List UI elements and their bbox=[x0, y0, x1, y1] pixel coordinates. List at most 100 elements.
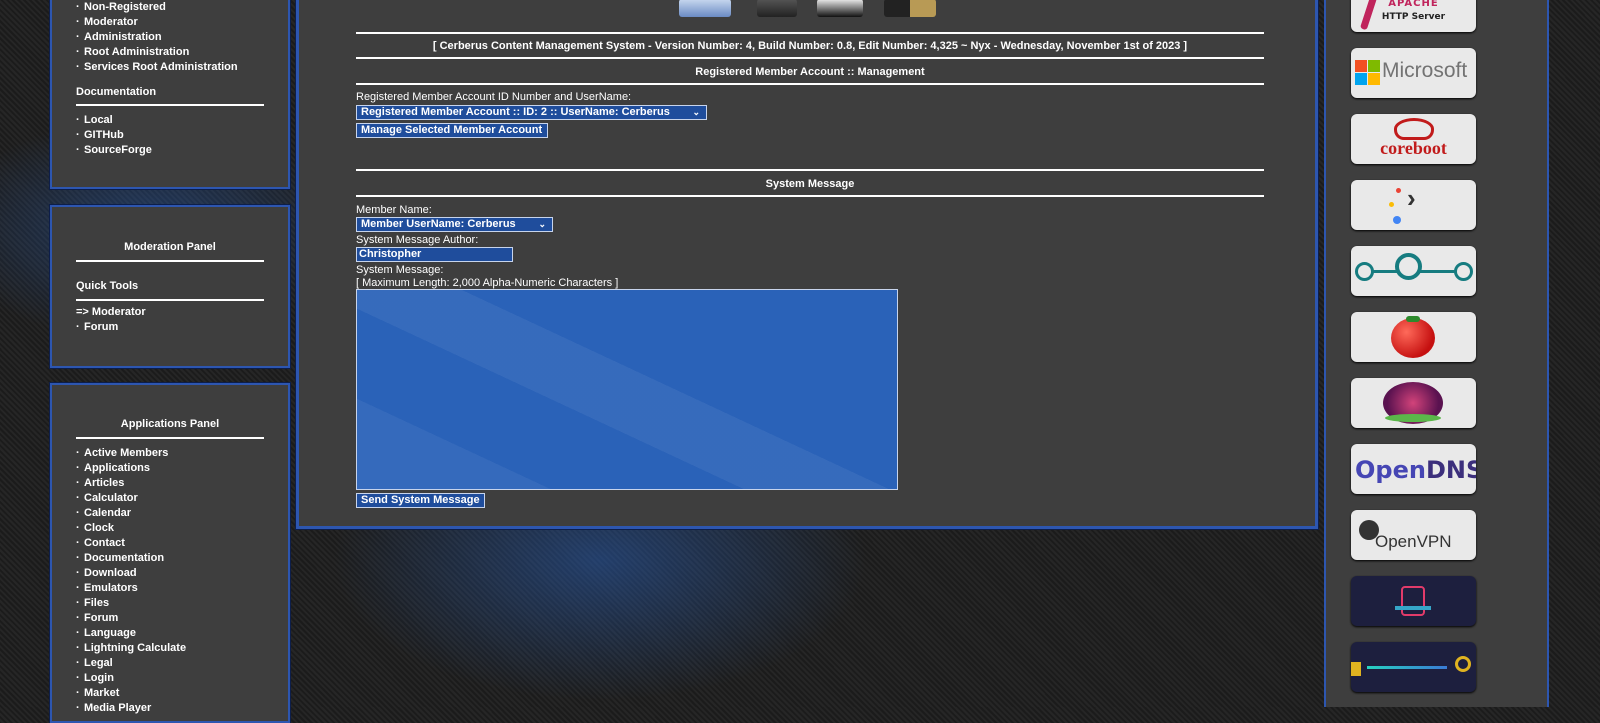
divider bbox=[76, 299, 264, 301]
dot-icon bbox=[1389, 202, 1394, 207]
padlock-icon bbox=[1401, 586, 1425, 616]
app-link-language[interactable]: · Language bbox=[76, 627, 136, 639]
opendns-wordmark: OpenDNS bbox=[1355, 456, 1476, 484]
divider bbox=[76, 260, 264, 262]
microsoft-wordmark: Microsoft bbox=[1382, 59, 1468, 82]
key-icon bbox=[1395, 606, 1431, 610]
app-link-files[interactable]: · Files bbox=[76, 597, 109, 609]
padlock-icon bbox=[1351, 662, 1361, 676]
app-link-legal[interactable]: · Legal bbox=[76, 657, 113, 669]
rabbit-icon bbox=[1394, 118, 1434, 140]
app-link-calendar[interactable]: · Calendar bbox=[76, 507, 131, 519]
coreboot-badge[interactable]: coreboot bbox=[1351, 114, 1476, 164]
author-input[interactable]: Christopher bbox=[356, 247, 513, 262]
key-ring-icon bbox=[1455, 656, 1471, 672]
apache-subtitle: HTTP Server bbox=[1381, 12, 1446, 22]
nav-link-services-root-administration[interactable]: · Services Root Administration bbox=[76, 61, 238, 73]
server-icon[interactable] bbox=[884, 0, 936, 17]
divider bbox=[356, 169, 1264, 171]
app-link-contact[interactable]: · Contact bbox=[76, 537, 125, 549]
account-management-title: Registered Member Account :: Management bbox=[695, 66, 925, 78]
manage-account-button[interactable]: Manage Selected Member Account bbox=[356, 123, 548, 138]
chevron-down-icon: ⌄ bbox=[538, 219, 546, 229]
nav-link-root-administration[interactable]: · Root Administration bbox=[76, 46, 189, 58]
app-link-forum[interactable]: · Forum bbox=[76, 612, 118, 624]
system-message-label: System Message: bbox=[356, 264, 444, 276]
author-label: System Message Author: bbox=[356, 234, 479, 246]
dot-icon bbox=[1396, 188, 1401, 193]
circle-icon bbox=[1355, 262, 1374, 281]
divider bbox=[356, 57, 1264, 59]
chevron-down-icon: ⌄ bbox=[692, 107, 700, 117]
quick-tools-heading: Quick Tools bbox=[76, 280, 139, 292]
moderator-link[interactable]: => Moderator bbox=[76, 306, 146, 318]
openvpn-badge[interactable]: OpenVPN bbox=[1351, 510, 1476, 560]
account-select[interactable]: Registered Member Account :: ID: 2 :: Us… bbox=[356, 105, 707, 120]
nav-link-moderator[interactable]: · Moderator bbox=[76, 16, 138, 28]
app-link-clock[interactable]: · Clock bbox=[76, 522, 114, 534]
windows-logo-icon-tile bbox=[1368, 73, 1380, 85]
applications-panel: Applications Panel · Active Members · Appl… bbox=[50, 383, 290, 723]
windows-logo-icon-tile bbox=[1368, 60, 1380, 72]
microsoft-badge[interactable]: Microsoft bbox=[1351, 48, 1476, 98]
lotus-badge[interactable] bbox=[1351, 378, 1476, 428]
app-link-download[interactable]: · Download bbox=[76, 567, 137, 579]
moderation-panel: Moderation Panel Quick Tools => Moderato… bbox=[50, 205, 290, 368]
app-link-market[interactable]: · Market bbox=[76, 687, 119, 699]
openvpn-wordmark: OpenVPN bbox=[1375, 532, 1452, 551]
tomato-icon bbox=[1391, 318, 1435, 358]
windows-logo-icon-tile bbox=[1355, 73, 1367, 85]
keyboard-icon[interactable] bbox=[757, 0, 797, 17]
app-link-media-player[interactable]: · Media Player bbox=[76, 702, 151, 714]
system-message-title: System Message bbox=[765, 178, 855, 190]
divider bbox=[356, 83, 1264, 85]
app-link-calculator[interactable]: · Calculator bbox=[76, 492, 138, 504]
member-name-label: Member Name: bbox=[356, 204, 432, 216]
coreboot-wordmark: coreboot bbox=[1380, 138, 1447, 158]
nav-link-administration[interactable]: · Administration bbox=[76, 31, 162, 43]
prompt-badge[interactable]: › bbox=[1351, 180, 1476, 230]
tomato-leaf-icon bbox=[1406, 316, 1420, 322]
circuit-icon bbox=[1367, 666, 1447, 669]
member-select[interactable]: Member UserName: Cerberus ⌄ bbox=[356, 217, 553, 232]
navigation-panel: · Non-Registered · Moderator · Administrati… bbox=[50, 0, 290, 189]
computer-icon[interactable] bbox=[679, 0, 731, 17]
opendns-badge[interactable]: OpenDNS bbox=[1351, 444, 1476, 494]
nav-link-non-registered[interactable]: · Non-Registered bbox=[76, 1, 166, 13]
right-sidebar: APACHE HTTP Server Microsoft coreboot › … bbox=[1324, 0, 1549, 707]
doc-link-sourceforge[interactable]: · SourceForge bbox=[76, 144, 152, 156]
app-link-active-members[interactable]: · Active Members bbox=[76, 447, 168, 459]
documentation-heading: Documentation bbox=[76, 86, 157, 98]
dot-icon bbox=[1393, 216, 1401, 224]
version-line: [ Cerberus Content Management System - V… bbox=[432, 40, 1188, 52]
system-message-textarea[interactable] bbox=[356, 289, 898, 490]
windows-logo-icon bbox=[1355, 60, 1367, 72]
doc-link-local[interactable]: · Local bbox=[76, 114, 113, 126]
app-link-articles[interactable]: · Articles bbox=[76, 477, 124, 489]
apache-badge[interactable]: APACHE HTTP Server bbox=[1351, 0, 1476, 32]
circle-icon bbox=[1395, 253, 1422, 280]
app-link-applications[interactable]: · Applications bbox=[76, 462, 150, 474]
app-link-documentation[interactable]: · Documentation bbox=[76, 552, 164, 564]
moderation-panel-title: Moderation Panel bbox=[124, 241, 216, 253]
max-length-note: [ Maximum Length: 2,000 Alpha-Numeric Ch… bbox=[356, 277, 619, 289]
send-system-message-button[interactable]: Send System Message bbox=[356, 493, 485, 508]
divider bbox=[76, 104, 264, 106]
divider bbox=[356, 195, 1264, 197]
top-icon-strip bbox=[679, 0, 979, 17]
main-content-panel: [ Cerberus Content Management System - V… bbox=[296, 0, 1318, 529]
chevron-right-icon: › bbox=[1407, 183, 1416, 213]
security-lock-badge[interactable] bbox=[1351, 576, 1476, 626]
tomato-badge[interactable] bbox=[1351, 312, 1476, 362]
moderation-link-forum[interactable]: · Forum bbox=[76, 321, 118, 333]
app-link-login[interactable]: · Login bbox=[76, 672, 114, 684]
apache-title: APACHE bbox=[1388, 0, 1439, 9]
circle-icon bbox=[1454, 262, 1473, 281]
monitor-icon[interactable] bbox=[817, 0, 863, 17]
lineage-badge[interactable] bbox=[1351, 246, 1476, 296]
app-link-lightning-calculate[interactable]: · Lightning Calculate bbox=[76, 642, 186, 654]
doc-link-github[interactable]: · GITHub bbox=[76, 129, 124, 141]
account-select-label: Registered Member Account ID Number and … bbox=[356, 91, 632, 103]
encryption-badge[interactable] bbox=[1351, 642, 1476, 692]
app-link-emulators[interactable]: · Emulators bbox=[76, 582, 138, 594]
